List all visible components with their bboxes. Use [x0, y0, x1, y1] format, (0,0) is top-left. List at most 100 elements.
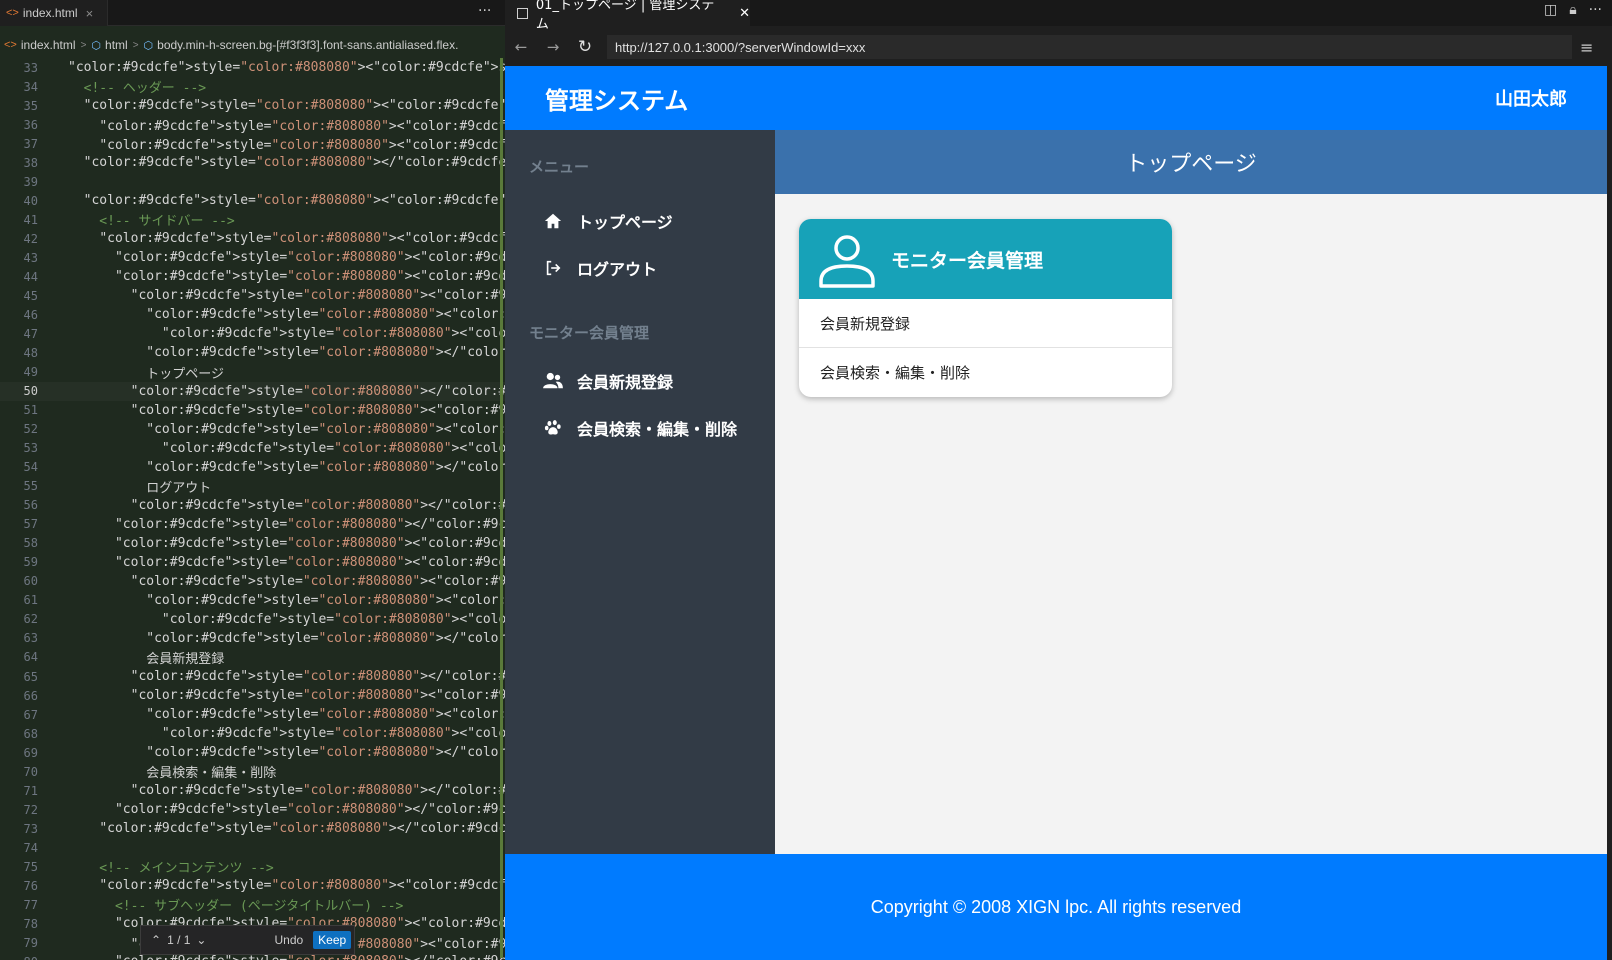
- code-line[interactable]: 73 "color:#9cdcfe">style="color:#808080"…: [0, 819, 505, 838]
- browser-tab[interactable]: 01_トップページ | 管理システム ✕: [505, 0, 750, 32]
- code-text: "color:#9cdcfe">style="color:#808080"><"…: [161, 726, 505, 742]
- code-line[interactable]: 51 "color:#9cdcfe">style="color:#808080"…: [0, 401, 505, 420]
- line-number: 55: [23, 479, 38, 494]
- reload-icon[interactable]: ↻: [569, 37, 601, 57]
- line-number: 53: [23, 441, 38, 456]
- breadcrumb-item[interactable]: html: [105, 38, 128, 52]
- code-line[interactable]: 47 "color:#9cdcfe">style="color:#808080"…: [0, 324, 505, 343]
- code-text: "color:#9cdcfe">style="color:#808080"></…: [99, 821, 505, 837]
- code-line[interactable]: 43 "color:#9cdcfe">style="color:#808080"…: [0, 248, 505, 267]
- editor-tab-index-html[interactable]: <> index.html ×: [0, 0, 108, 26]
- element-icon: ⬡: [91, 39, 102, 52]
- forward-arrow-icon[interactable]: →: [537, 38, 569, 56]
- code-line[interactable]: 44 "color:#9cdcfe">style="color:#808080"…: [0, 267, 505, 286]
- code-line[interactable]: 55 ログアウト: [0, 477, 505, 496]
- user-name: 山田太郎: [1495, 89, 1567, 110]
- code-text: "color:#9cdcfe">style="color:#808080"><"…: [161, 440, 505, 456]
- code-line[interactable]: 66 "color:#9cdcfe">style="color:#808080"…: [0, 686, 505, 705]
- code-line[interactable]: 64 会員新規登録: [0, 648, 505, 667]
- code-line[interactable]: 34 <!-- ヘッダー -->: [0, 77, 505, 97]
- code-line[interactable]: 75 <!-- メインコンテンツ -->: [0, 857, 505, 877]
- line-number: 60: [23, 574, 38, 589]
- sidebar-item-member-register[interactable]: 会員新規登録: [541, 367, 673, 395]
- undo-button[interactable]: Undo: [270, 931, 307, 949]
- code-line[interactable]: 68 "color:#9cdcfe">style="color:#808080"…: [0, 724, 505, 743]
- code-line[interactable]: 57 "color:#9cdcfe">style="color:#808080"…: [0, 515, 505, 534]
- code-line[interactable]: 69 "color:#9cdcfe">style="color:#808080"…: [0, 743, 505, 762]
- code-line[interactable]: 46 "color:#9cdcfe">style="color:#808080"…: [0, 305, 505, 324]
- close-icon[interactable]: ×: [86, 6, 94, 21]
- menu-icon[interactable]: ≡: [1580, 38, 1593, 57]
- code-line[interactable]: 53 "color:#9cdcfe">style="color:#808080"…: [0, 439, 505, 458]
- code-line[interactable]: 45 "color:#9cdcfe">style="color:#808080"…: [0, 286, 505, 305]
- user-icon: [819, 235, 875, 288]
- code-line[interactable]: 35 "color:#9cdcfe">style="color:#808080"…: [0, 96, 505, 115]
- member-management-card: モニター会員管理 会員新規登録 会員検索・編集・削除: [799, 219, 1172, 397]
- back-arrow-icon[interactable]: ←: [505, 38, 537, 56]
- code-line[interactable]: 40 "color:#9cdcfe">style="color:#808080"…: [0, 191, 505, 210]
- code-text: "color:#9cdcfe">style="color:#808080"><"…: [114, 269, 505, 285]
- chevron-up-icon[interactable]: ⌃: [151, 933, 161, 947]
- sidebar-heading-menu: メニュー: [529, 158, 590, 176]
- split-view-icon[interactable]: ◫: [1544, 2, 1557, 18]
- card-title: モニター会員管理: [891, 249, 1044, 272]
- line-number: 72: [23, 802, 38, 817]
- code-text: "color:#9cdcfe">style="color:#808080"><"…: [99, 231, 505, 247]
- code-line[interactable]: 67 "color:#9cdcfe">style="color:#808080"…: [0, 705, 505, 724]
- logout-icon: [541, 256, 565, 280]
- code-line[interactable]: 59 "color:#9cdcfe">style="color:#808080"…: [0, 553, 505, 572]
- code-line[interactable]: 36 "color:#9cdcfe">style="color:#808080"…: [0, 115, 505, 135]
- code-line[interactable]: 42 "color:#9cdcfe">style="color:#808080"…: [0, 229, 505, 248]
- code-line[interactable]: 54 "color:#9cdcfe">style="color:#808080"…: [0, 458, 505, 477]
- code-area[interactable]: 33 "color:#9cdcfe">style="color:#808080">…: [0, 58, 505, 960]
- keep-button[interactable]: Keep: [313, 931, 352, 949]
- code-line[interactable]: 60 "color:#9cdcfe">style="color:#808080"…: [0, 572, 505, 591]
- sidebar-item-member-search[interactable]: 会員検索・編集・削除: [541, 414, 737, 442]
- sidebar-item-top[interactable]: トップページ: [541, 207, 673, 235]
- line-number: 39: [23, 174, 38, 189]
- code-line[interactable]: 62 "color:#9cdcfe">style="color:#808080"…: [0, 610, 505, 629]
- code-line[interactable]: 71 "color:#9cdcfe">style="color:#808080"…: [0, 781, 505, 800]
- code-line[interactable]: 72 "color:#9cdcfe">style="color:#808080"…: [0, 800, 505, 819]
- code-text: "color:#9cdcfe">style="color:#808080"></…: [130, 669, 505, 685]
- card-link-register[interactable]: 会員新規登録: [799, 299, 1172, 348]
- card-link-search[interactable]: 会員検索・編集・削除: [799, 348, 1172, 397]
- code-line[interactable]: 61 "color:#9cdcfe">style="color:#808080"…: [0, 591, 505, 610]
- code-line[interactable]: 70 会員検索・編集・削除: [0, 762, 505, 782]
- code-text: "color:#9cdcfe">style="color:#808080"><"…: [130, 573, 505, 589]
- code-line[interactable]: 50 "color:#9cdcfe">style="color:#808080"…: [0, 382, 505, 401]
- code-line[interactable]: 56 "color:#9cdcfe">style="color:#808080"…: [0, 496, 505, 515]
- element-icon: ⬡: [143, 39, 154, 52]
- code-text: "color:#9cdcfe">style="color:#808080"></…: [114, 802, 505, 818]
- breadcrumb-item[interactable]: body.min-h-screen.bg-[#f3f3f3].font-sans…: [157, 38, 458, 52]
- code-line[interactable]: 39: [0, 172, 505, 191]
- code-line[interactable]: 41 <!-- サイドバー -->: [0, 210, 505, 230]
- chevron-right-icon: >: [80, 39, 87, 51]
- code-line[interactable]: 33 "color:#9cdcfe">style="color:#808080">…: [0, 58, 505, 77]
- sidebar-item-logout[interactable]: ログアウト: [541, 254, 657, 282]
- code-line[interactable]: 38 "color:#9cdcfe">style="color:#808080"…: [0, 153, 505, 172]
- code-line[interactable]: 48 "color:#9cdcfe">style="color:#808080"…: [0, 343, 505, 362]
- address-input[interactable]: http://127.0.0.1:3000/?serverWindowId=xx…: [607, 35, 1572, 59]
- code-line[interactable]: 52 "color:#9cdcfe">style="color:#808080"…: [0, 420, 505, 439]
- chevron-down-icon[interactable]: ⌄: [196, 933, 206, 947]
- line-number: 49: [23, 365, 38, 380]
- code-line[interactable]: 77 <!-- サブヘッダー (ページタイトルバー) -->: [0, 895, 505, 915]
- code-line[interactable]: 65 "color:#9cdcfe">style="color:#808080"…: [0, 667, 505, 686]
- code-line[interactable]: 74: [0, 838, 505, 857]
- more-actions-icon[interactable]: ···: [478, 3, 491, 19]
- code-line[interactable]: 58 "color:#9cdcfe">style="color:#808080"…: [0, 534, 505, 553]
- code-line[interactable]: 37 "color:#9cdcfe">style="color:#808080"…: [0, 134, 505, 154]
- code-line[interactable]: 63 "color:#9cdcfe">style="color:#808080"…: [0, 629, 505, 648]
- lock-icon[interactable]: 🔒︎: [1569, 2, 1576, 18]
- code-line[interactable]: 76 "color:#9cdcfe">style="color:#808080"…: [0, 876, 505, 895]
- code-line[interactable]: 49 トップページ: [0, 363, 505, 382]
- breadcrumb-item[interactable]: index.html: [21, 38, 76, 52]
- code-text: "color:#9cdcfe">style="color:#808080"><"…: [146, 592, 505, 608]
- more-actions-icon[interactable]: ···: [1589, 2, 1602, 18]
- code-text: "color:#9cdcfe">style="color:#808080"></…: [146, 459, 505, 475]
- screen: <> index.html × ··· <> index.html > ⬡ ht…: [0, 0, 1612, 960]
- line-number: 54: [23, 460, 38, 475]
- page-viewport: 管理システム 山田太郎 メニュー トップページ ログアウト モニター会員管理 会…: [505, 66, 1607, 960]
- close-icon[interactable]: ✕: [739, 6, 750, 21]
